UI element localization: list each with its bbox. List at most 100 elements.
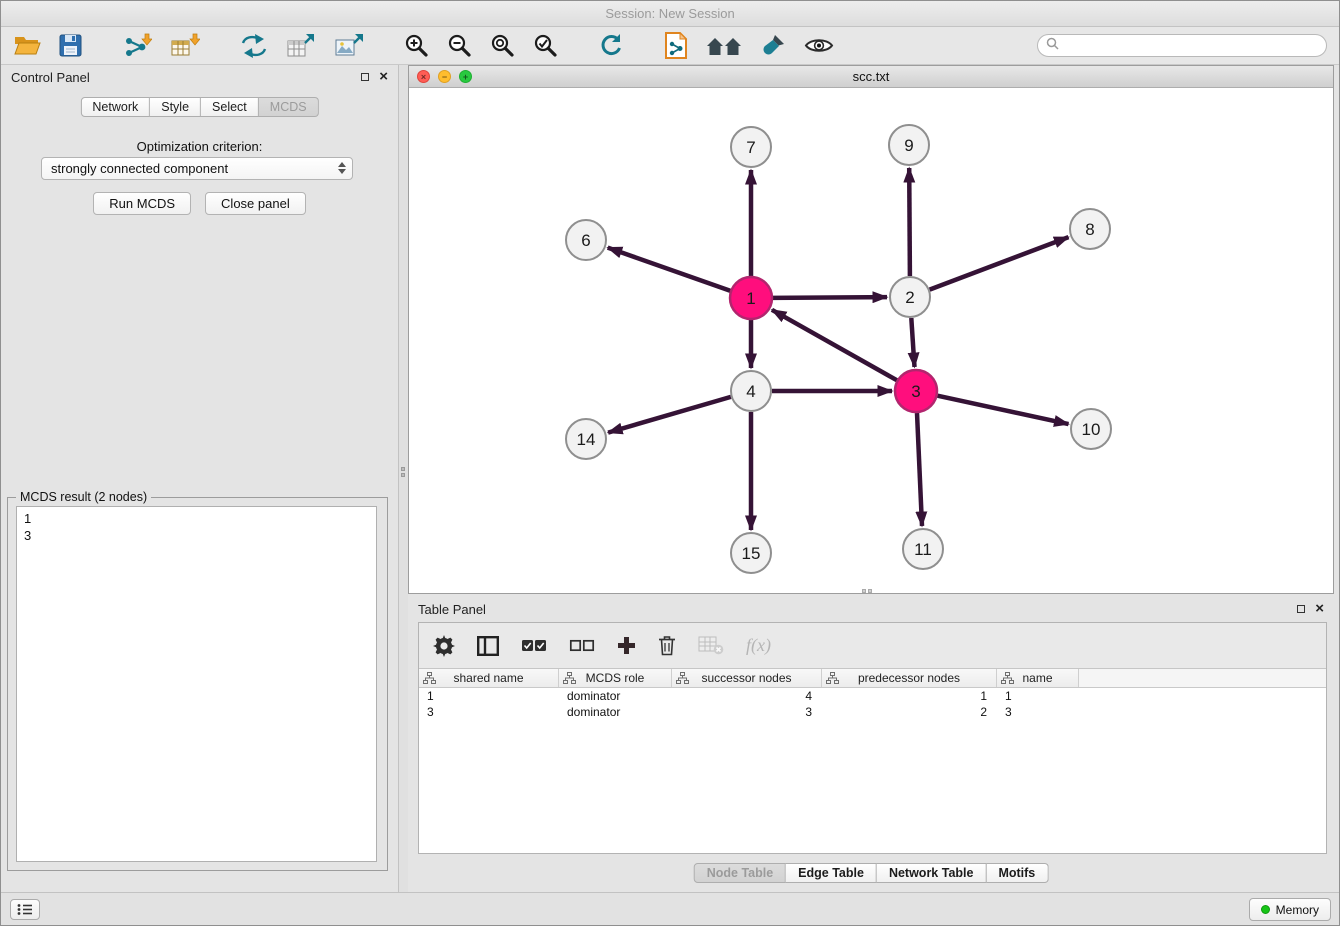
tab-network-table[interactable]: Network Table bbox=[877, 863, 987, 883]
zoom-window-icon[interactable]: + bbox=[459, 70, 472, 83]
tab-node-table[interactable]: Node Table bbox=[694, 863, 786, 883]
svg-text:15: 15 bbox=[742, 544, 761, 563]
import-table-icon[interactable] bbox=[170, 33, 200, 58]
table-header-row: shared name MCDS role successor nodes prede… bbox=[419, 669, 1326, 688]
export-image-icon[interactable] bbox=[334, 33, 364, 59]
graph-edge-1-6[interactable] bbox=[608, 248, 731, 291]
svg-text:4: 4 bbox=[746, 382, 755, 401]
zoom-fit-icon[interactable] bbox=[490, 33, 515, 58]
paint-icon[interactable] bbox=[760, 33, 786, 59]
home-icon[interactable] bbox=[706, 34, 742, 58]
graph-edge-2-3[interactable] bbox=[911, 318, 914, 367]
control-panel-header: Control Panel × bbox=[1, 65, 398, 89]
graph-node-1[interactable]: 1 bbox=[730, 277, 772, 319]
open-session-icon[interactable] bbox=[13, 34, 41, 57]
network-window-titlebar[interactable]: × − + scc.txt bbox=[409, 66, 1333, 88]
cell: 3 bbox=[672, 704, 822, 720]
deselect-all-icon[interactable] bbox=[569, 638, 595, 653]
panel-splitter[interactable] bbox=[399, 65, 408, 892]
memory-button[interactable]: Memory bbox=[1249, 898, 1331, 921]
zoom-out-icon[interactable] bbox=[447, 33, 472, 58]
select-all-icon[interactable] bbox=[521, 638, 547, 653]
horizontal-splitter-grip[interactable] bbox=[862, 589, 872, 593]
column-label: MCDS role bbox=[586, 671, 645, 685]
graph-node-8[interactable]: 8 bbox=[1070, 209, 1110, 249]
graph-node-3[interactable]: 3 bbox=[895, 370, 937, 412]
first-neighbors-icon[interactable] bbox=[664, 32, 688, 59]
hierarchy-icon bbox=[423, 672, 436, 687]
refresh-layout-icon[interactable] bbox=[598, 33, 624, 59]
column-header-mcds-role[interactable]: MCDS role bbox=[559, 669, 672, 687]
table-panel-header: Table Panel × bbox=[408, 598, 1334, 620]
column-header-shared-name[interactable]: shared name bbox=[419, 669, 559, 687]
column-header-successor-nodes[interactable]: successor nodes bbox=[672, 669, 822, 687]
close-panel-icon[interactable]: × bbox=[379, 72, 388, 82]
graph-node-7[interactable]: 7 bbox=[731, 127, 771, 167]
cell: 3 bbox=[419, 704, 559, 720]
table-panel: Table Panel × f(x) shared nameMCDS roles… bbox=[408, 596, 1334, 892]
search-box[interactable] bbox=[1037, 34, 1327, 57]
graph-edge-3-1[interactable] bbox=[772, 310, 897, 380]
column-visibility-icon[interactable] bbox=[477, 636, 499, 656]
control-panel-title: Control Panel bbox=[11, 70, 90, 85]
network-canvas[interactable]: 7 9 6 8 1 2 4 3 14 10 15 11 bbox=[409, 88, 1333, 593]
graph-edge-3-11[interactable] bbox=[917, 413, 922, 526]
close-window-icon[interactable]: × bbox=[417, 70, 430, 83]
table-row[interactable]: 1dominator411 bbox=[419, 688, 1326, 704]
mcds-result-group: MCDS result (2 nodes) 13 bbox=[7, 497, 388, 871]
automation-panel-button[interactable] bbox=[10, 899, 40, 920]
graph-node-14[interactable]: 14 bbox=[566, 419, 606, 459]
graph-node-10[interactable]: 10 bbox=[1071, 409, 1111, 449]
graph-node-15[interactable]: 15 bbox=[731, 533, 771, 573]
run-mcds-button[interactable]: Run MCDS bbox=[93, 192, 191, 215]
delete-table-icon bbox=[698, 636, 724, 655]
traffic-lights: × − + bbox=[417, 70, 472, 83]
search-icon bbox=[1046, 37, 1059, 55]
graph-node-2[interactable]: 2 bbox=[890, 277, 930, 317]
export-table-icon[interactable] bbox=[286, 33, 316, 59]
optimization-select[interactable]: strongly connected component bbox=[41, 157, 353, 180]
mcds-result-list[interactable]: 13 bbox=[16, 506, 377, 862]
column-header-filler bbox=[1079, 669, 1326, 687]
settings-gear-icon[interactable] bbox=[433, 635, 455, 657]
graph-edge-2-8[interactable] bbox=[930, 237, 1069, 290]
float-panel-icon[interactable] bbox=[361, 73, 369, 81]
tab-select[interactable]: Select bbox=[201, 97, 259, 117]
graph-edge-4-14[interactable] bbox=[608, 397, 731, 433]
graph-node-6[interactable]: 6 bbox=[566, 220, 606, 260]
graph-node-4[interactable]: 4 bbox=[731, 371, 771, 411]
tab-motifs[interactable]: Motifs bbox=[986, 863, 1048, 883]
tab-network[interactable]: Network bbox=[80, 97, 150, 117]
function-builder-icon: f(x) bbox=[746, 635, 771, 656]
zoom-selected-icon[interactable] bbox=[533, 33, 558, 58]
main-toolbar-buttons bbox=[13, 32, 852, 59]
export-network-icon[interactable] bbox=[240, 33, 268, 59]
delete-icon[interactable] bbox=[658, 635, 676, 656]
zoom-in-icon[interactable] bbox=[404, 33, 429, 58]
close-table-panel-icon[interactable]: × bbox=[1315, 604, 1324, 614]
show-graphics-details-icon[interactable] bbox=[804, 35, 834, 56]
graph-edge-3-10[interactable] bbox=[938, 396, 1069, 424]
tab-mcds[interactable]: MCDS bbox=[259, 97, 319, 117]
mcds-result-item[interactable]: 3 bbox=[24, 527, 369, 544]
column-label: predecessor nodes bbox=[858, 671, 960, 685]
mcds-result-item[interactable]: 1 bbox=[24, 510, 369, 527]
main-toolbar bbox=[1, 27, 1339, 65]
column-header-predecessor-nodes[interactable]: predecessor nodes bbox=[822, 669, 997, 687]
float-table-panel-icon[interactable] bbox=[1297, 605, 1305, 613]
graph-node-11[interactable]: 11 bbox=[903, 529, 943, 569]
import-network-icon[interactable] bbox=[122, 33, 152, 58]
table-row[interactable]: 3dominator323 bbox=[419, 704, 1326, 720]
svg-text:3: 3 bbox=[911, 382, 920, 401]
tab-style[interactable]: Style bbox=[150, 97, 201, 117]
column-header-name[interactable]: name bbox=[997, 669, 1079, 687]
save-session-icon[interactable] bbox=[59, 34, 82, 57]
minimize-window-icon[interactable]: − bbox=[438, 70, 451, 83]
graph-edge-2-9[interactable] bbox=[909, 168, 910, 276]
tab-edge-table[interactable]: Edge Table bbox=[786, 863, 877, 883]
graph-edge-1-2[interactable] bbox=[773, 297, 887, 298]
graph-node-9[interactable]: 9 bbox=[889, 125, 929, 165]
close-panel-button[interactable]: Close panel bbox=[205, 192, 306, 215]
add-icon[interactable] bbox=[617, 636, 636, 655]
search-input[interactable] bbox=[1064, 39, 1318, 53]
